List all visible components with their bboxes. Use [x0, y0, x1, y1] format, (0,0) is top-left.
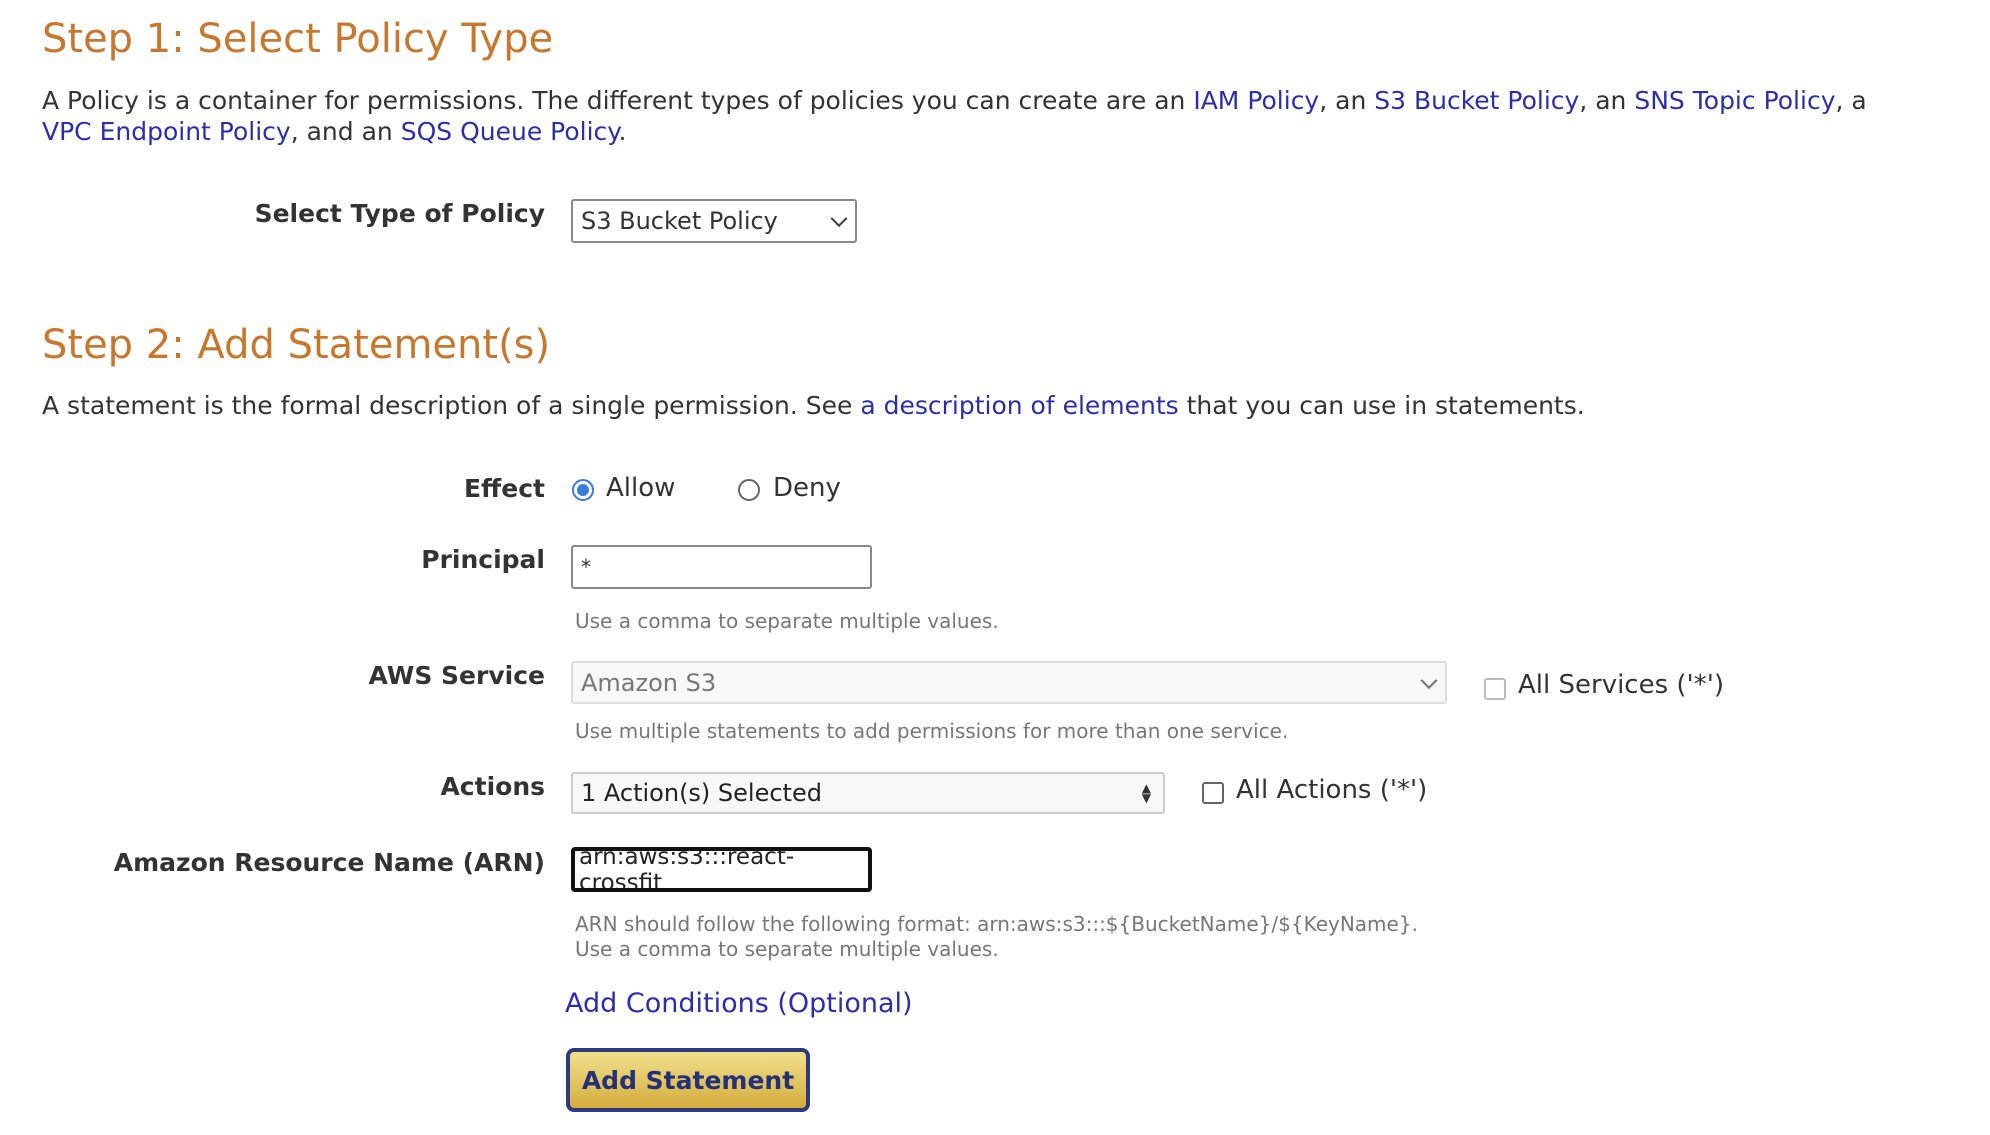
description-of-elements-link[interactable]: a description of elements	[860, 391, 1178, 420]
policy-type-value: S3 Bucket Policy	[581, 207, 778, 235]
all-actions-checkbox[interactable]	[1202, 782, 1224, 804]
arn-help-format: ARN should follow the following format: …	[575, 912, 1418, 936]
arn-value: arn:aws:s3:::react-crossfit	[579, 847, 795, 892]
actions-label: Actions	[440, 772, 545, 801]
add-conditions-link[interactable]: Add Conditions (Optional)	[565, 988, 913, 1019]
desc-text: .	[618, 117, 627, 146]
iam-policy-link[interactable]: IAM Policy	[1193, 86, 1319, 115]
aws-service-label: AWS Service	[368, 661, 545, 690]
actions-value: 1 Action(s) Selected	[581, 779, 822, 807]
all-services-label[interactable]: All Services ('*')	[1518, 670, 1724, 700]
updown-arrows-icon: ▲ ▼	[1141, 781, 1151, 805]
arn-help-comma: Use a comma to separate multiple values.	[575, 937, 999, 961]
policy-type-label: Select Type of Policy	[254, 199, 545, 228]
aws-service-select[interactable]: Amazon S3	[571, 661, 1447, 704]
s3-bucket-policy-link[interactable]: S3 Bucket Policy	[1374, 86, 1579, 115]
principal-help: Use a comma to separate multiple values.	[575, 609, 999, 633]
desc-text: , and an	[290, 117, 401, 146]
desc-text: , an	[1579, 86, 1635, 115]
desc-text: A Policy is a container for permissions.…	[42, 86, 1194, 115]
aws-service-value: Amazon S3	[581, 668, 717, 697]
step2-description: A statement is the formal description of…	[42, 391, 1585, 420]
aws-service-help: Use multiple statements to add permissio…	[575, 719, 1289, 743]
deny-label[interactable]: Deny	[773, 473, 841, 503]
desc-text: , a	[1835, 86, 1867, 115]
arn-input[interactable]: arn:aws:s3:::react-crossfit	[571, 847, 872, 892]
policy-type-select[interactable]: S3 Bucket Policy	[571, 199, 857, 243]
principal-label: Principal	[421, 545, 545, 574]
sns-topic-policy-link[interactable]: SNS Topic Policy	[1634, 86, 1835, 115]
chevron-down-icon	[1420, 671, 1438, 689]
effect-label: Effect	[463, 474, 545, 503]
principal-value: *	[581, 555, 591, 579]
step2-title: Step 2: Add Statement(s)	[42, 322, 551, 368]
chevron-down-icon	[830, 210, 848, 228]
all-services-checkbox[interactable]	[1484, 678, 1506, 700]
allow-radio[interactable]	[572, 479, 594, 501]
allow-label[interactable]: Allow	[606, 473, 675, 503]
step1-description: A Policy is a container for permissions.…	[42, 85, 1867, 147]
sqs-queue-policy-link[interactable]: SQS Queue Policy	[401, 117, 619, 146]
desc-text: A statement is the formal description of…	[42, 391, 861, 420]
step1-title: Step 1: Select Policy Type	[42, 16, 554, 62]
principal-input[interactable]: *	[571, 545, 872, 589]
arn-label: Amazon Resource Name (ARN)	[113, 848, 545, 877]
desc-text: that you can use in statements.	[1178, 391, 1585, 420]
all-actions-label[interactable]: All Actions ('*')	[1236, 775, 1427, 805]
actions-select[interactable]: 1 Action(s) Selected ▲ ▼	[571, 772, 1165, 814]
desc-text: , an	[1319, 86, 1375, 115]
add-statement-button[interactable]: Add Statement	[566, 1048, 810, 1112]
vpc-endpoint-policy-link[interactable]: VPC Endpoint Policy	[42, 117, 291, 146]
deny-radio[interactable]	[738, 479, 760, 501]
